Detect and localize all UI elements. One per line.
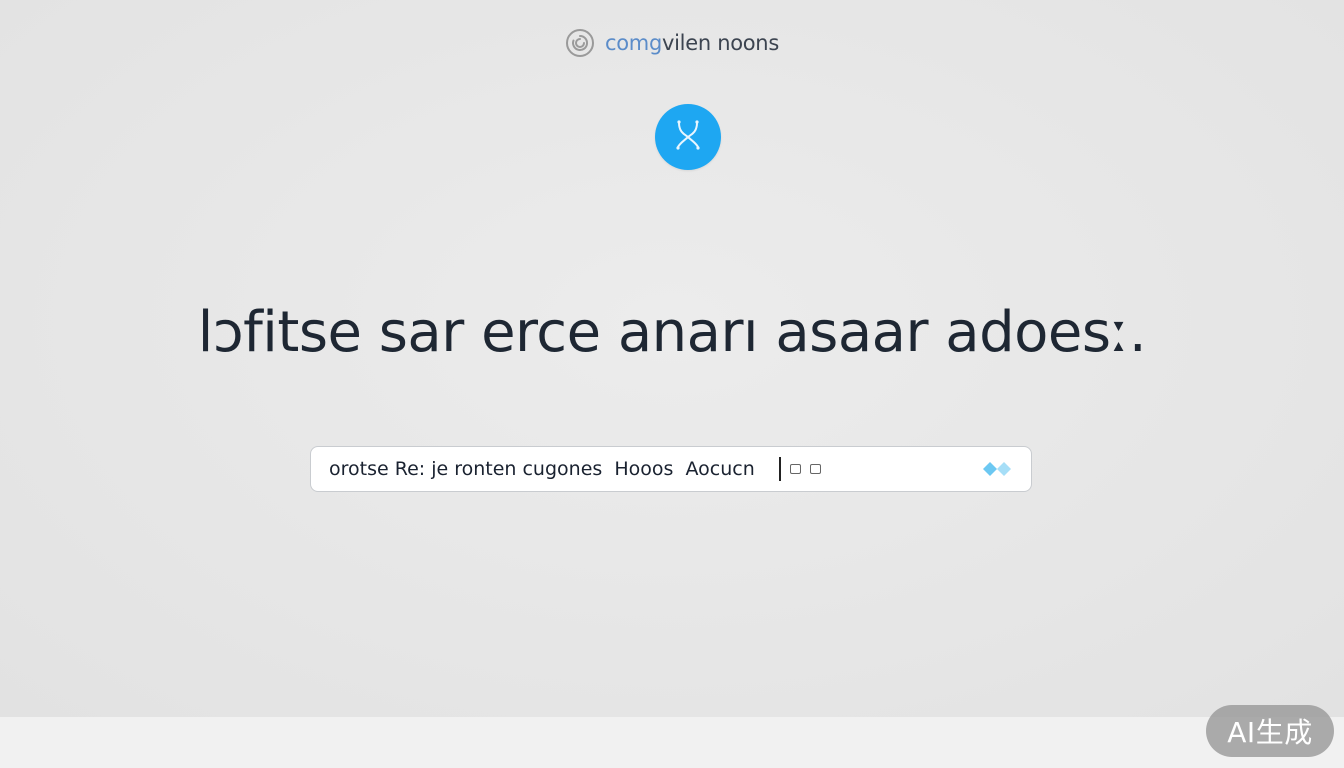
square-icon [790,464,801,474]
main-stage: comg vilen noons lɔfitse sar erce anarı … [0,0,1344,717]
brand-header: comg vilen noons [0,28,1344,58]
ai-generated-badge: AI生成 [1206,705,1334,757]
brand-name[interactable]: comg vilen noons [605,31,779,55]
hero-headline: lɔfitse sar erce anarı asaar adoesː. [197,300,1147,365]
diamond-pair-icon[interactable] [981,459,1015,479]
search-bar [310,446,1032,492]
search-input[interactable] [329,454,779,484]
stethoscope-icon [668,115,708,160]
brand-name-accent: comg [605,31,662,55]
square-icon [810,464,821,474]
hero-logo [655,104,721,170]
spiral-icon [565,28,595,58]
brand-name-rest: vilen noons [662,31,779,55]
text-caret [779,457,781,481]
footer-strip [0,717,1344,768]
text-caret-area [779,457,821,481]
